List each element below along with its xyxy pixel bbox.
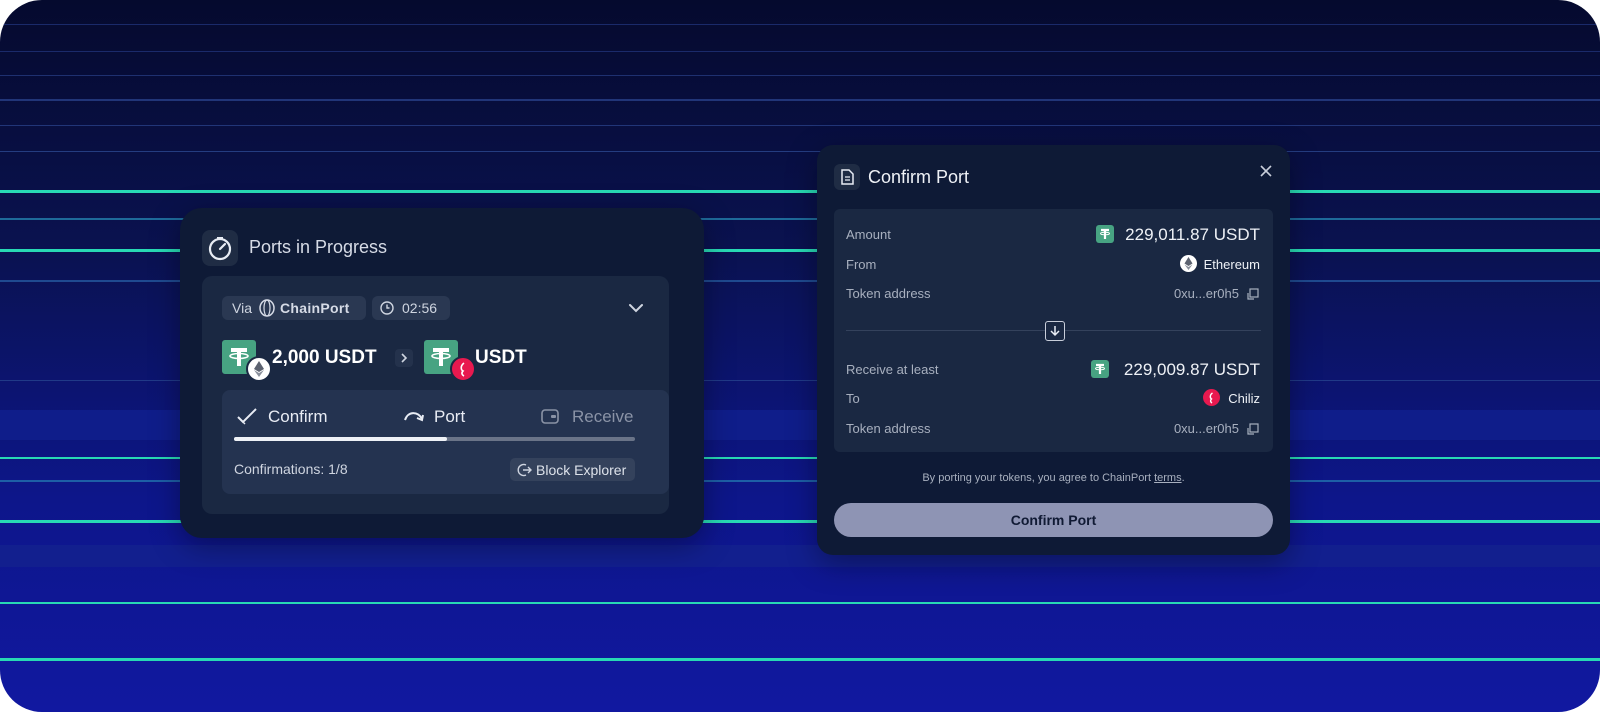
via-label: Via	[232, 300, 252, 316]
card-title: Ports in Progress	[249, 237, 388, 257]
bg-line	[0, 24, 1600, 25]
step-receive: Receive	[572, 407, 634, 426]
chiliz-icon	[1203, 389, 1220, 406]
terms-suffix: .	[1181, 472, 1185, 484]
accent-line	[0, 190, 1600, 193]
progress-track	[234, 437, 635, 441]
chainport-logo	[258, 299, 276, 317]
document-icon	[834, 164, 860, 190]
token-address-label: Token address	[846, 421, 931, 436]
token-address-to: 0xu...er0h5	[1173, 421, 1239, 436]
confirm-port-dialog: Confirm Port Amount 229,011.87 USDT From…	[817, 145, 1290, 555]
step-confirm: Confirm	[268, 407, 328, 426]
wallet-icon	[540, 407, 560, 425]
amount-value: 229,011.87 USDT	[1125, 225, 1260, 244]
confirmations-count: Confirmations: 1/8	[234, 461, 348, 477]
from-chain: Ethereum	[1203, 257, 1260, 272]
confirm-port-button-label: Confirm Port	[1010, 512, 1097, 528]
confirm-port-button[interactable]: Confirm Port	[834, 503, 1273, 537]
details-panel: Amount 229,011.87 USDT From Ethereum Tok…	[834, 209, 1273, 452]
accent-line	[0, 658, 1600, 661]
to-chain: Chiliz	[1228, 391, 1260, 406]
check-icon	[236, 406, 258, 426]
accent-line	[0, 602, 1600, 604]
brand-name: ChainPort	[280, 300, 350, 316]
chevron-down-icon[interactable]	[628, 302, 644, 314]
block-explorer-label: Block Explorer	[536, 462, 627, 478]
port-item: Via ChainPort 02:56 2,000 USDT USDT Conf…	[202, 276, 669, 514]
steps-panel: Confirm Port Receive Confirmations: 1/8	[222, 390, 669, 494]
bg-line	[0, 75, 1600, 76]
amount-label: Amount	[846, 227, 891, 242]
background: Ports in Progress Via ChainPort 02:56 2,…	[0, 0, 1600, 712]
close-icon[interactable]	[1258, 163, 1274, 179]
dialog-title: Confirm Port	[868, 167, 970, 187]
ports-in-progress-card: Ports in Progress Via ChainPort 02:56 2,…	[180, 208, 704, 538]
block-explorer-button[interactable]: Block Explorer	[510, 458, 635, 481]
chiliz-icon	[450, 356, 476, 382]
via-chip: Via ChainPort	[222, 296, 366, 320]
copy-icon[interactable]	[1246, 422, 1260, 436]
clock-icon	[380, 301, 394, 315]
from-label: From	[846, 257, 877, 272]
timer-chip: 02:56	[372, 296, 450, 320]
token-address-label: Token address	[846, 286, 931, 301]
receive-label: Receive at least	[846, 362, 939, 377]
arrow-down-icon	[1045, 321, 1065, 341]
from-amount: 2,000 USDT	[272, 347, 377, 368]
to-token: USDT	[475, 347, 527, 368]
receive-value: 229,009.87 USDT	[1123, 360, 1260, 379]
step-port: Port	[434, 407, 466, 426]
ethereum-icon	[1180, 255, 1197, 272]
bg-band	[0, 545, 1600, 567]
bg-line	[0, 51, 1600, 52]
tether-icon	[1091, 360, 1109, 378]
port-arrow-icon	[402, 408, 426, 424]
tether-icon	[1096, 225, 1114, 243]
bg-line	[0, 125, 1600, 126]
timer-value: 02:56	[402, 300, 438, 316]
arrow-separator-icon	[395, 349, 413, 367]
bg-line	[0, 151, 1600, 152]
terms-notice: By porting your tokens, you agree to Cha…	[817, 472, 1290, 484]
copy-icon[interactable]	[1246, 287, 1260, 301]
terms-link[interactable]: terms	[1154, 472, 1182, 484]
external-link-icon	[516, 462, 532, 478]
terms-prefix: By porting your tokens, you agree to Cha…	[922, 472, 1155, 484]
progress-fill	[234, 437, 447, 441]
ethereum-icon	[246, 356, 272, 382]
token-address-from: 0xu...er0h5	[1173, 286, 1239, 301]
bg-line	[0, 99, 1600, 101]
to-label: To	[846, 391, 860, 406]
timer-icon	[202, 230, 238, 266]
